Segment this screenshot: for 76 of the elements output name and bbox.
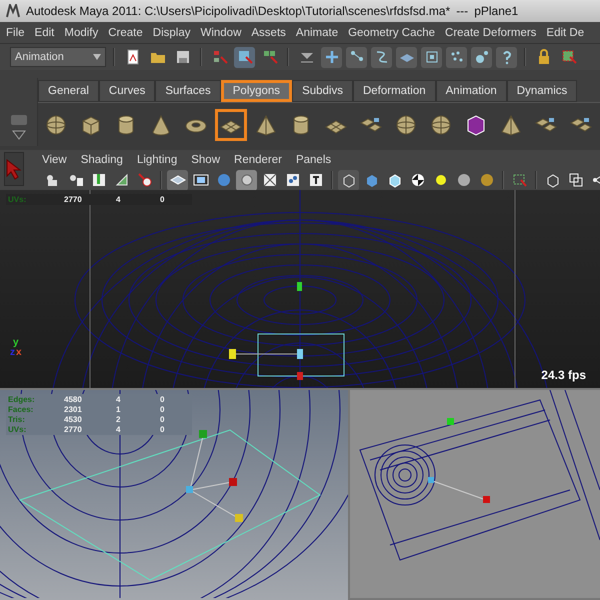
shelf-tab[interactable]: Surfaces: [155, 80, 221, 102]
mode-dropdown[interactable]: Animation: [10, 47, 106, 67]
shelf-tab[interactable]: Subdivs: [292, 80, 353, 102]
hud-value: 2301: [64, 405, 83, 414]
pyramid-icon: [499, 112, 523, 136]
hud-value: 0: [160, 405, 166, 414]
menu-item[interactable]: Modify: [64, 26, 98, 38]
panel-menu-item[interactable]: Renderer: [234, 154, 282, 166]
hud-value: 2: [116, 415, 122, 424]
caret-icon[interactable]: [12, 130, 26, 140]
lattice-icon[interactable]: [421, 46, 442, 68]
hud-label: UVs:: [8, 425, 28, 434]
title-separator: ---: [456, 4, 468, 18]
arrow-cursor-icon: [5, 158, 23, 180]
panel-menu-item[interactable]: Show: [191, 154, 220, 166]
shelf-tab[interactable]: Deformation: [352, 80, 436, 102]
object-select-icon[interactable]: [234, 46, 255, 68]
sphere-icon: [44, 112, 68, 136]
hud-label: Edges:: [8, 395, 36, 404]
hud-value: 4: [116, 395, 122, 404]
panel-menu-item[interactable]: Shading: [80, 154, 123, 166]
sphere-icon: [394, 112, 418, 136]
move-manipulator-drawing[interactable]: [428, 418, 490, 503]
menu-item[interactable]: Display: [152, 26, 190, 38]
particles-icon[interactable]: [446, 46, 467, 68]
menu-item[interactable]: Edit: [34, 26, 54, 38]
hud-value: 0: [160, 195, 166, 204]
hud-value: 0: [160, 395, 166, 404]
panel-menu-item[interactable]: Lighting: [136, 154, 178, 166]
hud-label: Tris:: [8, 415, 26, 424]
panel-menu-item[interactable]: Panels: [296, 154, 332, 166]
hud-label: Faces:: [8, 405, 34, 414]
hud-value: 0: [160, 415, 166, 424]
hud-value: 2770: [64, 425, 83, 434]
menu-item[interactable]: Geometry Cache: [348, 26, 436, 38]
shelf-tab[interactable]: Polygons: [220, 80, 292, 102]
menu-item[interactable]: Window: [200, 26, 242, 38]
vertex-icon[interactable]: [346, 46, 367, 68]
window-title: Autodesk Maya 2011: C:\Users\Picipolivadi\Desktop\Tutorial\scenes\rfdsfsd.ma*: [26, 4, 450, 18]
menu-item[interactable]: Animate: [296, 26, 338, 38]
render-object-icon[interactable]: [471, 46, 492, 68]
caret-icon: [93, 54, 101, 60]
panel-menu-item[interactable]: View: [42, 154, 67, 166]
perspective-viewport[interactable]: UVs: 2770 4 0 y zx 24.3 fps: [0, 190, 600, 390]
menu-item[interactable]: Create: [108, 26, 143, 38]
hud-value: 4: [116, 425, 122, 434]
menu-item[interactable]: Edit De: [546, 26, 584, 38]
shelf-tab[interactable]: Dynamics: [506, 80, 578, 102]
hud-value: 0: [160, 425, 166, 434]
pyramid-icon: [254, 112, 278, 136]
plus-icon[interactable]: [321, 46, 342, 68]
menu-item[interactable]: Create Deformers: [445, 26, 536, 38]
move-manipulator-drawing[interactable]: [186, 430, 243, 522]
help-icon[interactable]: [496, 46, 517, 68]
wireframe-cube-icon[interactable]: [338, 170, 359, 190]
hud-value: 4580: [64, 395, 83, 404]
hud-value: 4: [116, 195, 122, 204]
selected-object-name: pPlane1: [474, 4, 518, 18]
fps-counter: 24.3 fps: [541, 368, 586, 382]
shelf-tab[interactable]: General: [38, 80, 99, 102]
hud-label: UVs:: [8, 195, 28, 204]
shelf-tool-button[interactable]: [215, 108, 247, 140]
grid-icon[interactable]: [167, 170, 188, 190]
surface-icon[interactable]: [396, 46, 417, 68]
side-viewport[interactable]: Edges: 4580 4 0 Faces: 2301 1 0 Tris: 4530 2 0 UVs: 2770 4 0: [0, 390, 348, 600]
hud-value: 4530: [64, 415, 83, 424]
hud-value: 2770: [64, 195, 83, 204]
shelf-tab[interactable]: Animation: [436, 80, 507, 102]
axis-indicator: y zx: [10, 338, 22, 358]
move-manipulator-drawing[interactable]: [229, 282, 344, 380]
sphere-icon: [429, 112, 453, 136]
hud-value: 1: [116, 405, 122, 414]
menu-item[interactable]: Assets: [251, 26, 286, 38]
menu-item[interactable]: File: [6, 26, 25, 38]
shelf-tab[interactable]: Curves: [98, 80, 156, 102]
curve-icon[interactable]: [371, 46, 392, 68]
